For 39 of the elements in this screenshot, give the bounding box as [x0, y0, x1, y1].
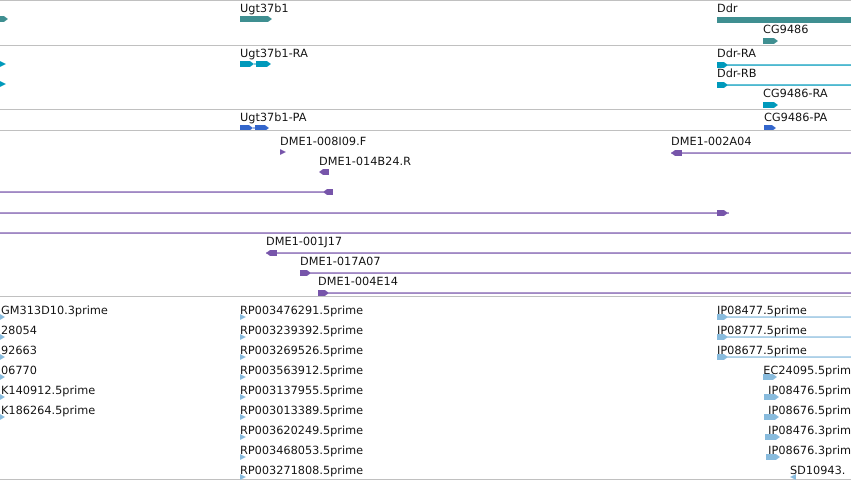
feature-label: Ugt37b1: [240, 3, 289, 15]
feature-label: K140912.5prime: [1, 385, 96, 397]
feature-label: DME1-004E14: [318, 276, 398, 288]
feature-label: RP003563912.5prime: [240, 365, 364, 377]
feature-label: 92663: [1, 345, 37, 357]
feature-label: CG9486: [763, 24, 808, 36]
feature-label: RP003137955.5prime: [240, 385, 364, 397]
feature-label: DME1-002A04: [671, 136, 752, 148]
feature-label: IP08677.5prime: [717, 345, 807, 357]
feature-label: DME1-017A07: [300, 256, 381, 268]
feature-label: DME1-001J17: [266, 236, 342, 248]
feature-label: Ddr-RA: [717, 48, 756, 60]
feature-label: IP08676.5prim: [768, 405, 851, 417]
feature-label: RP003476291.5prime: [240, 305, 364, 317]
feature-label: EC24095.5prim: [763, 365, 851, 377]
feature-label: GM313D10.3prime: [1, 305, 108, 317]
feature-label: RP003271808.5prime: [240, 465, 364, 477]
feature-label: Ddr: [717, 3, 738, 15]
feature-label: Ddr-RB: [717, 68, 756, 80]
feature-label: RP003620249.5prime: [240, 425, 364, 437]
feature-label: 28054: [1, 325, 37, 337]
feature-label: K186264.5prime: [1, 405, 96, 417]
feature-label: DME1-014B24.R: [319, 156, 411, 168]
feature-label: IP08476.5prim: [768, 385, 851, 397]
feature-label: Ugt37b1-RA: [240, 48, 308, 60]
feature-label: SD10943.: [790, 465, 846, 477]
feature-label: DME1-008I09.F: [280, 136, 366, 148]
feature-label: RP003013389.5prime: [240, 405, 364, 417]
feature-label: CG9486-RA: [763, 88, 828, 100]
feature-label: RP003239392.5prime: [240, 325, 364, 337]
feature-label: Ugt37b1-PA: [240, 112, 306, 124]
feature-label: RP003468053.5prime: [240, 445, 364, 457]
feature-label: CG9486-PA: [764, 112, 828, 124]
feature-label: RP003269526.5prime: [240, 345, 364, 357]
feature-label: IP08476.3prim: [768, 425, 851, 437]
feature-label: IP08477.5prime: [717, 305, 807, 317]
feature-label: IP08676.3prim: [768, 445, 851, 457]
feature-label: 06770: [1, 365, 37, 377]
feature-label: IP08777.5prime: [717, 325, 807, 337]
